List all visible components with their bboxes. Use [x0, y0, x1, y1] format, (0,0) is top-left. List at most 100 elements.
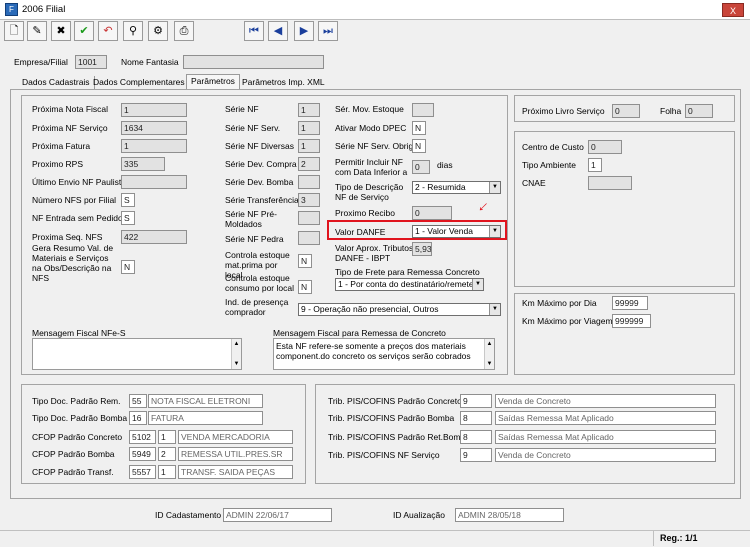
confirm-icon[interactable]: ✔	[74, 21, 94, 41]
tipo-bomba-desc: FATURA	[148, 411, 263, 425]
chevron-down-icon: ▼	[489, 182, 500, 193]
new-document-icon[interactable]: 🗋	[4, 21, 24, 41]
valor-aprox-label: Valor Aprox. Tributos DANFE - IBPT	[335, 243, 414, 263]
serie-nf-diversas-field[interactable]: 1	[298, 139, 320, 153]
controla-consumo-field[interactable]: N	[298, 280, 312, 294]
tab-dados-cadastrais[interactable]: Dados Cadastrais	[18, 76, 95, 89]
tab-dados-complementares[interactable]: Dados Complementares	[89, 76, 190, 89]
centro-custo-label: Centro de Custo	[522, 142, 584, 152]
toolbar: 🗋 ✎ ✖ ✔ ↶ ⚲ ⚙ ⎙ ⏮ ◀ ▶ ⏭	[0, 21, 750, 43]
valor-aprox-field[interactable]: 5,93	[412, 242, 432, 256]
serie-premoldados-field[interactable]	[298, 211, 320, 225]
status-bar	[0, 530, 750, 547]
proximo-livro-label: Próximo Livro Serviço	[522, 106, 605, 116]
serie-dev-bomba-field[interactable]	[298, 175, 320, 189]
proxima-nf-field[interactable]: 1	[121, 103, 187, 117]
gera-resumo-field[interactable]: N	[121, 260, 135, 274]
edit-icon[interactable]: ✎	[27, 21, 47, 41]
id-cadastramento-label: ID Cadastamento	[155, 510, 222, 520]
cfop-transf-code[interactable]: 5557	[129, 465, 156, 479]
km-viagem-field[interactable]: 999999	[612, 314, 651, 328]
ind-presenca-select[interactable]: 9 - Operação não presencial, Outros ▼	[298, 303, 501, 316]
trib-concreto-code[interactable]: 9	[460, 394, 492, 408]
ativar-dpec-label: Ativar Modo DPEC	[335, 123, 407, 133]
numero-nfs-field[interactable]: S	[121, 193, 135, 207]
printer-icon[interactable]: ⎙	[174, 21, 194, 41]
next-record-icon[interactable]: ▶	[294, 21, 314, 41]
serie-transferencia-field[interactable]: 3	[298, 193, 320, 207]
chevron-down-icon: ▼	[489, 226, 500, 237]
cfop-transf-n[interactable]: 1	[158, 465, 176, 479]
mensagem-remessa-field[interactable]: Esta NF refere-se somente a preços dos m…	[273, 338, 495, 370]
fantasia-label: Nome Fantasia	[121, 57, 179, 67]
proximo-recibo-label: Proximo Recibo	[335, 208, 395, 218]
mensagem-nfes-field[interactable]: ▲ ▼	[32, 338, 242, 370]
tools-icon[interactable]: ⚙	[148, 21, 168, 41]
close-button[interactable]: X	[722, 3, 744, 17]
serie-pedra-field[interactable]	[298, 231, 320, 245]
previous-record-icon[interactable]: ◀	[268, 21, 288, 41]
cfop-concreto-code[interactable]: 5102	[129, 430, 156, 444]
id-atualizacao-field: ADMIN 28/05/18	[455, 508, 564, 522]
km-dia-field[interactable]: 99999	[612, 296, 648, 310]
cfop-bomba-code[interactable]: 5949	[129, 447, 156, 461]
trib-retbom-code[interactable]: 8	[460, 430, 492, 444]
proximo-livro-field[interactable]: 0	[612, 104, 640, 118]
serie-nf-serv-label: Série NF Serv.	[225, 123, 281, 133]
centro-custo-field[interactable]: 0	[588, 140, 622, 154]
proxima-seq-field[interactable]: 422	[121, 230, 187, 244]
permitir-field[interactable]: 0	[412, 160, 430, 174]
nf-entrada-field[interactable]: S	[121, 211, 135, 225]
km-dia-label: Km Máximo por Dia	[522, 298, 597, 308]
first-record-icon[interactable]: ⏮	[244, 21, 264, 41]
serie-nf-field[interactable]: 1	[298, 103, 320, 117]
cfop-concreto-n[interactable]: 1	[158, 430, 176, 444]
controla-mat-field[interactable]: N	[298, 254, 312, 268]
folha-field[interactable]: 0	[685, 104, 713, 118]
app-icon: F	[5, 3, 18, 16]
tipo-desc-select[interactable]: 2 - Resumida ▼	[412, 181, 501, 194]
tipo-frete-select[interactable]: 1 - Por conta do destinatário/remetente ▼	[335, 278, 484, 291]
cancel-icon[interactable]: ✖	[51, 21, 71, 41]
folha-label: Folha	[660, 106, 682, 116]
scrollbar[interactable]: ▲ ▼	[231, 339, 241, 369]
tipo-bomba-label: Tipo Doc. Padrão Bomba	[32, 413, 128, 423]
cfop-bomba-label: CFOP Padrão Bomba	[32, 449, 115, 459]
cnae-field[interactable]	[588, 176, 632, 190]
tipo-bomba-code[interactable]: 16	[129, 411, 147, 425]
trib-bomba-code[interactable]: 8	[460, 411, 492, 425]
cfop-transf-desc: TRANSF. SAIDA PEÇAS	[178, 465, 293, 479]
proximo-recibo-field[interactable]: 0	[412, 206, 452, 220]
serie-nf-serv-field[interactable]: 1	[298, 121, 320, 135]
empresa-field[interactable]: 1001	[75, 55, 107, 69]
scrollbar[interactable]: ▲ ▼	[484, 339, 494, 369]
undo-icon[interactable]: ↶	[98, 21, 118, 41]
permitir-label: Permitir Incluir NF com Data Inferior a	[335, 157, 408, 177]
last-record-icon[interactable]: ⏭	[318, 21, 338, 41]
proxima-fatura-field[interactable]: 1	[121, 139, 187, 153]
trib-servico-code[interactable]: 9	[460, 448, 492, 462]
tab-parametros[interactable]: Parâmetros	[186, 74, 240, 90]
valor-danfe-select[interactable]: 1 - Valor Venda ▼	[412, 225, 501, 238]
ativar-dpec-field[interactable]: N	[412, 121, 426, 135]
serie-transferencia-label: Série Transferência	[225, 195, 299, 205]
tab-parametros-xml[interactable]: Parâmetros Imp. XML	[238, 76, 329, 89]
mensagem-remessa-label: Mensagem Fiscal para Remessa de Concreto	[273, 328, 446, 338]
cfop-bomba-n[interactable]: 2	[158, 447, 176, 461]
trib-retbom-label: Trib. PIS/COFINS Padrão Ret.Bom	[328, 432, 461, 442]
proxima-nf-servico-field[interactable]: 1634	[121, 121, 187, 135]
ultimo-envio-field[interactable]	[121, 175, 187, 189]
fantasia-field[interactable]	[183, 55, 324, 69]
trib-retbom-desc: Saídas Remessa Mat Aplicado	[495, 430, 716, 444]
tipo-ambiente-field[interactable]: 1	[588, 158, 602, 172]
trib-bomba-label: Trib. PIS/COFINS Padrão Bomba	[328, 413, 455, 423]
serie-dev-compra-field[interactable]: 2	[298, 157, 320, 171]
proximo-rps-field[interactable]: 335	[121, 157, 165, 171]
cfop-concreto-label: CFOP Padrão Concreto	[32, 432, 123, 442]
binoculars-icon[interactable]: ⚲	[123, 21, 143, 41]
cfop-transf-label: CFOP Padrão Transf.	[32, 467, 114, 477]
record-count: Reg.: 1/1	[653, 531, 745, 546]
ser-mov-field[interactable]	[412, 103, 434, 117]
tipo-rem-code[interactable]: 55	[129, 394, 147, 408]
serie-obrig-field[interactable]: N	[412, 139, 426, 153]
